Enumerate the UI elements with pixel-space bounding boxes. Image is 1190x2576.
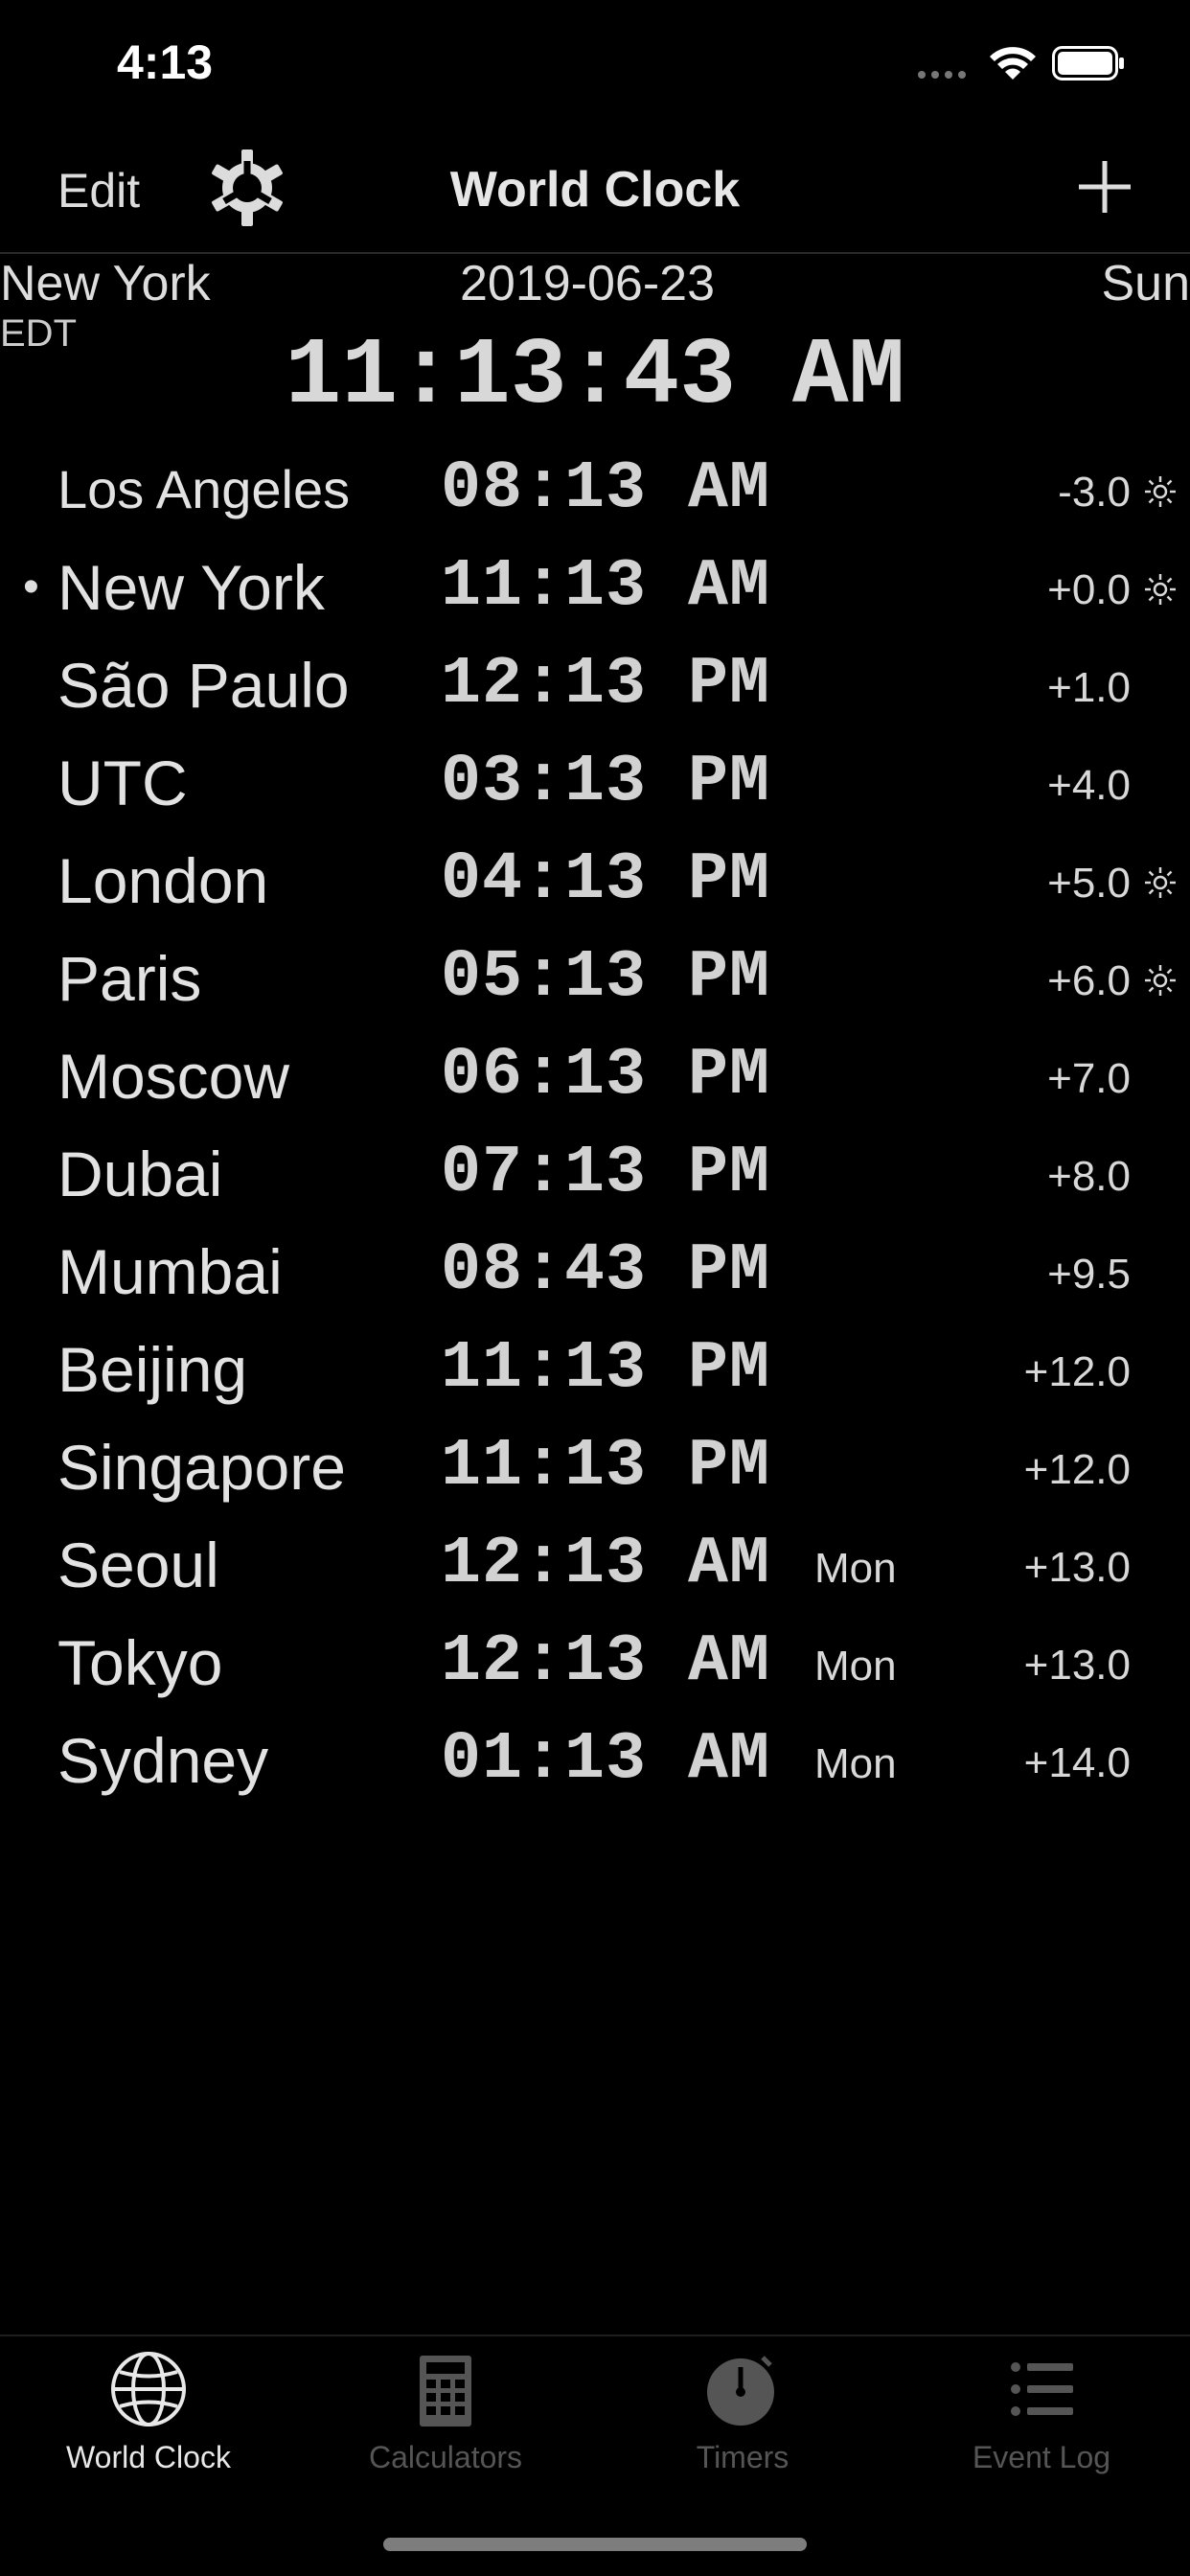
city-time: 12:13 PM bbox=[441, 647, 771, 723]
city-offset: +13.0 bbox=[1023, 1642, 1131, 1689]
city-time: 03:13 PM bbox=[441, 745, 771, 820]
nav-divider bbox=[0, 252, 1190, 254]
city-time: 11:13 AM bbox=[441, 549, 771, 625]
city-time: 12:13 AM bbox=[441, 1624, 771, 1700]
city-row[interactable]: Los Angeles 08:13 AM -3.0 bbox=[0, 441, 1190, 539]
tab-bar-divider bbox=[0, 2334, 1190, 2336]
city-row[interactable]: Tokyo 12:13 AM Mon +13.0 bbox=[0, 1614, 1190, 1712]
city-name: Mumbai bbox=[57, 1236, 283, 1307]
city-day: Mon bbox=[814, 1643, 897, 1690]
sun-icon bbox=[1144, 475, 1177, 508]
city-row[interactable]: Moscow 06:13 PM +7.0 bbox=[0, 1027, 1190, 1125]
wifi-icon bbox=[990, 47, 1036, 80]
city-row[interactable]: Singapore 11:13 PM +12.0 bbox=[0, 1418, 1190, 1516]
calculator-icon bbox=[420, 2356, 471, 2426]
city-time: 11:13 PM bbox=[441, 1429, 771, 1505]
page-title: World Clock bbox=[449, 162, 741, 218]
list-icon bbox=[1011, 2362, 1073, 2416]
city-time: 07:13 PM bbox=[441, 1136, 771, 1211]
city-offset: +6.0 bbox=[1047, 957, 1131, 1004]
city-name: New York bbox=[57, 552, 325, 623]
city-time: 08:13 AM bbox=[441, 451, 771, 527]
home-indicator bbox=[383, 2538, 807, 2551]
city-row[interactable]: UTC 03:13 PM +4.0 bbox=[0, 734, 1190, 832]
sun-icon bbox=[1144, 964, 1177, 997]
city-offset: +7.0 bbox=[1047, 1055, 1131, 1102]
city-name: London bbox=[57, 845, 269, 916]
city-offset: +9.5 bbox=[1047, 1251, 1131, 1298]
tab-timers[interactable]: Timers bbox=[594, 2348, 891, 2475]
main-clock: 11:13:43 AM bbox=[285, 324, 905, 430]
city-row[interactable]: Paris 05:13 PM +6.0 bbox=[0, 930, 1190, 1027]
tab-event-log[interactable]: Event Log bbox=[893, 2348, 1190, 2475]
city-row[interactable]: Mumbai 08:43 PM +9.5 bbox=[0, 1223, 1190, 1321]
city-day: Mon bbox=[814, 1740, 897, 1787]
city-name: Beijing bbox=[57, 1334, 248, 1405]
city-offset: +4.0 bbox=[1047, 762, 1131, 809]
header-day: Sun bbox=[1101, 256, 1190, 311]
city-offset: +12.0 bbox=[1023, 1446, 1131, 1493]
city-offset: +14.0 bbox=[1023, 1739, 1131, 1786]
battery-icon bbox=[1052, 46, 1124, 80]
status-bar-time: 4:13 bbox=[117, 35, 214, 89]
city-offset: +1.0 bbox=[1047, 664, 1131, 711]
current-city-bullet: • bbox=[23, 562, 39, 612]
tab-label: Event Log bbox=[972, 2440, 1111, 2474]
city-row[interactable]: São Paulo 12:13 PM +1.0 bbox=[0, 636, 1190, 734]
city-row[interactable]: Seoul 12:13 AM Mon +13.0 bbox=[0, 1516, 1190, 1614]
city-offset: +8.0 bbox=[1047, 1153, 1131, 1200]
city-name: Singapore bbox=[57, 1432, 346, 1503]
city-time: 12:13 AM bbox=[441, 1527, 771, 1602]
tab-world-clock[interactable]: World Clock bbox=[0, 2348, 297, 2475]
tab-calculators[interactable]: Calculators bbox=[297, 2348, 594, 2475]
sun-icon bbox=[1144, 573, 1177, 606]
city-name: Dubai bbox=[57, 1138, 223, 1209]
cellular-signal-icon bbox=[918, 71, 973, 80]
city-offset: +5.0 bbox=[1047, 860, 1131, 907]
city-time: 06:13 PM bbox=[441, 1038, 771, 1114]
globe-icon bbox=[111, 2352, 186, 2426]
city-name: UTC bbox=[57, 748, 188, 818]
city-row[interactable]: Beijing 11:13 PM +12.0 bbox=[0, 1321, 1190, 1418]
city-name: Seoul bbox=[57, 1530, 219, 1600]
sun-icon bbox=[1144, 866, 1177, 899]
city-offset: +13.0 bbox=[1023, 1544, 1131, 1591]
city-name: Sydney bbox=[57, 1725, 269, 1796]
city-row[interactable]: Dubai 07:13 PM +8.0 bbox=[0, 1125, 1190, 1223]
tab-label: Calculators bbox=[368, 2440, 523, 2474]
stopwatch-icon bbox=[707, 2356, 774, 2426]
city-row[interactable]: London 04:13 PM +5.0 bbox=[0, 832, 1190, 930]
plus-icon[interactable] bbox=[1075, 157, 1134, 217]
city-time: 11:13 PM bbox=[441, 1331, 771, 1407]
city-name: Paris bbox=[57, 943, 202, 1014]
tab-label: Timers bbox=[696, 2440, 790, 2474]
header-date: 2019-06-23 bbox=[460, 256, 715, 311]
city-offset: -3.0 bbox=[1058, 469, 1131, 516]
city-time: 01:13 AM bbox=[441, 1722, 771, 1798]
city-name: Los Angeles bbox=[57, 459, 351, 519]
city-name: Moscow bbox=[57, 1041, 290, 1112]
city-time: 04:13 PM bbox=[441, 842, 771, 918]
tab-label: World Clock bbox=[66, 2440, 231, 2474]
city-time: 08:43 PM bbox=[441, 1233, 771, 1309]
city-name: Tokyo bbox=[57, 1627, 223, 1698]
city-time: 05:13 PM bbox=[441, 940, 771, 1016]
city-row[interactable]: • New York 11:13 AM +0.0 bbox=[0, 539, 1190, 636]
city-offset: +12.0 bbox=[1023, 1348, 1131, 1395]
city-day: Mon bbox=[814, 1545, 897, 1592]
city-offset: +0.0 bbox=[1047, 566, 1131, 613]
city-name: São Paulo bbox=[57, 650, 350, 721]
city-row[interactable]: Sydney 01:13 AM Mon +14.0 bbox=[0, 1712, 1190, 1809]
header-city: New York bbox=[0, 256, 211, 311]
